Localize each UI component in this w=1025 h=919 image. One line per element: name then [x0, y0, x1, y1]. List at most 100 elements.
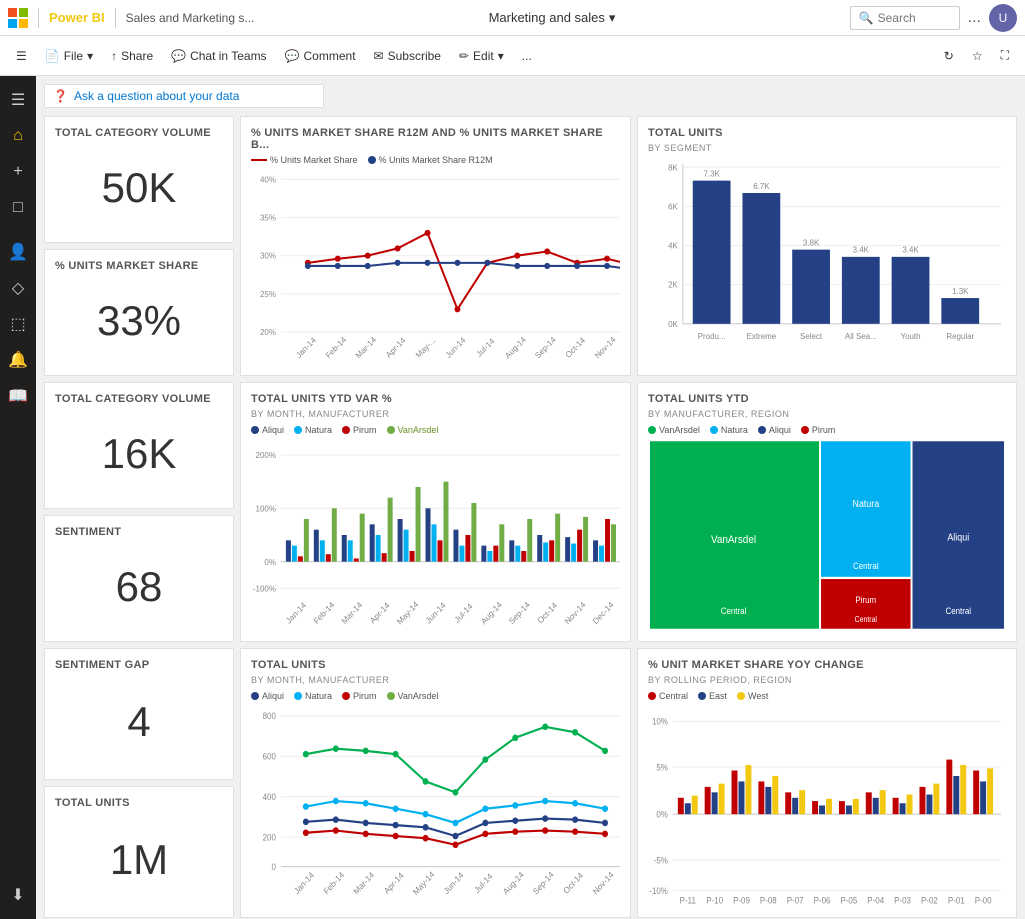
share-icon: ↑ — [111, 49, 117, 63]
card-total-units-small[interactable]: Total Units 1M — [44, 786, 234, 918]
tum-svg: 800 600 400 200 0 — [251, 705, 620, 907]
nav-collapse-button[interactable]: ☰ — [8, 45, 35, 67]
svg-text:-5%: -5% — [654, 855, 669, 865]
chart-title-ytd: Total Units YTD — [648, 393, 1006, 405]
svg-text:6.7K: 6.7K — [753, 182, 770, 191]
svg-text:Apr-14: Apr-14 — [368, 601, 391, 626]
svg-text:600: 600 — [263, 751, 277, 761]
legend-aliqui-ytd: Aliqui — [758, 425, 791, 435]
report-title: Sales and Marketing s... — [126, 11, 255, 25]
svg-text:May-14: May-14 — [395, 600, 420, 627]
search-input[interactable] — [878, 11, 958, 25]
card-title-sg: Sentiment Gap — [55, 659, 223, 671]
card-value-ums: 33% — [55, 276, 223, 365]
svg-text:Central: Central — [721, 606, 747, 617]
svg-text:Mar-14: Mar-14 — [340, 600, 364, 626]
card-unit-market-share-yoy[interactable]: % Unit Market Share YOY Change BY ROLLIN… — [637, 648, 1017, 918]
svg-text:0%: 0% — [656, 809, 668, 819]
sidebar-item-browse[interactable]: □ — [2, 192, 34, 224]
card-total-units-segment[interactable]: Total Units BY SEGMENT 0K 2K — [637, 116, 1017, 376]
svg-text:P-07: P-07 — [787, 895, 804, 905]
card-total-category-volume-2[interactable]: Total Category Volume 16K — [44, 382, 234, 509]
left-col-1: Total Category Volume 50K % Units Market… — [44, 116, 234, 376]
share-button[interactable]: ↑ Share — [103, 45, 161, 67]
avatar[interactable]: U — [989, 4, 1017, 32]
svg-text:Jun-14: Jun-14 — [441, 870, 465, 897]
svg-text:Aug-14: Aug-14 — [479, 600, 504, 626]
file-button[interactable]: 📄 File ▾ — [37, 45, 101, 67]
sidebar-item-goals[interactable]: ◇ — [2, 272, 34, 304]
sidebar-item-menu[interactable]: ☰ — [2, 84, 34, 116]
svg-text:P-06: P-06 — [814, 895, 831, 905]
edit-button[interactable]: ✏ Edit ▾ — [451, 45, 512, 67]
svg-text:0: 0 — [271, 862, 276, 872]
svg-text:Regular: Regular — [946, 332, 974, 341]
sidebar-item-apps[interactable]: ⬚ — [2, 308, 34, 340]
chart-title-tum: Total Units — [251, 659, 620, 671]
legend-natura: Natura — [294, 425, 332, 435]
sidebar-item-home[interactable]: ⌂ — [2, 120, 34, 152]
card-units-market-share-chart[interactable]: % Units Market Share R12M and % Units Ma… — [240, 116, 631, 376]
search-box[interactable]: 🔍 — [850, 6, 960, 30]
sidebar-item-hub[interactable]: 👤 — [2, 236, 34, 268]
legend-color-pirum — [342, 426, 350, 434]
svg-text:Jun-14: Jun-14 — [424, 600, 448, 625]
sidebar-item-create[interactable]: + — [2, 156, 34, 188]
svg-text:1.3K: 1.3K — [952, 287, 969, 296]
qa-icon: ❓ — [53, 89, 68, 103]
svg-text:Central: Central — [853, 560, 879, 571]
refresh-button[interactable]: ↻ — [936, 45, 962, 67]
dashboard-grid: Total Category Volume 50K % Units Market… — [44, 116, 1017, 918]
sidebar-item-metrics[interactable]: 🔔 — [2, 344, 34, 376]
svg-text:-100%: -100% — [253, 584, 277, 593]
more-toolbar-button[interactable]: ... — [514, 45, 540, 67]
chart-title-tus: Total Units — [648, 127, 1006, 139]
top-right: 🔍 ... U — [850, 4, 1017, 32]
card-total-units-ytd-var[interactable]: Total Units YTD Var % BY MONTH, MANUFACT… — [240, 382, 631, 642]
bookmark-button[interactable]: ☆ — [964, 45, 991, 67]
legend-natura-tum: Natura — [294, 691, 332, 701]
svg-text:Feb-14: Feb-14 — [312, 600, 336, 626]
legend-central-yoy: Central — [648, 691, 688, 701]
svg-text:800: 800 — [263, 711, 277, 721]
fullscreen-button[interactable]: ⛶ — [993, 44, 1017, 67]
qa-bar[interactable]: ❓ Ask a question about your data — [44, 84, 324, 108]
svg-text:25%: 25% — [260, 290, 276, 299]
refresh-icon: ↻ — [944, 49, 954, 63]
card-title-ums: % Units Market Share — [55, 260, 223, 272]
svg-text:3.8K: 3.8K — [803, 238, 820, 247]
card-value-tcv2: 16K — [55, 409, 223, 498]
chart-subtitle-yoy: BY ROLLING PERIOD, REGION — [648, 675, 1006, 685]
more-options-button[interactable]: ... — [968, 9, 981, 27]
svg-text:200: 200 — [263, 832, 277, 842]
card-total-units-ytd[interactable]: Total Units YTD BY MANUFACTURER, REGION … — [637, 382, 1017, 642]
sidebar-item-learn[interactable]: 📖 — [2, 380, 34, 412]
ums-svg: 40% 35% 30% 25% 20% — [251, 169, 620, 365]
svg-text:0K: 0K — [668, 320, 678, 329]
svg-text:Central: Central — [945, 606, 971, 617]
card-units-market-share[interactable]: % Units Market Share 33% — [44, 249, 234, 376]
card-total-category-volume-1[interactable]: Total Category Volume 50K — [44, 116, 234, 243]
card-sentiment[interactable]: Sentiment 68 — [44, 515, 234, 642]
chevron-icon: ▾ — [87, 49, 93, 63]
legend-color-natura-ytd — [710, 426, 718, 434]
main-layout: ☰ ⌂ + □ 👤 ◇ ⬚ 🔔 📖 ⬇ ❓ Ask a question abo… — [0, 76, 1025, 919]
svg-text:30%: 30% — [260, 252, 276, 261]
comment-button[interactable]: 💬 Comment — [277, 45, 364, 67]
ums-legend: % Units Market Share % Units Market Shar… — [251, 155, 620, 165]
dashboard-title[interactable]: Marketing and sales ▾ — [489, 10, 616, 26]
card-total-units-month[interactable]: Total Units BY MONTH, MANUFACTURER Aliqu… — [240, 648, 631, 918]
card-sentiment-gap[interactable]: Sentiment Gap 4 — [44, 648, 234, 780]
sidebar-item-download[interactable]: ⬇ — [2, 879, 34, 911]
svg-text:Jul-14: Jul-14 — [453, 601, 475, 624]
chart-title-ums: % Units Market Share R12M and % Units Ma… — [251, 127, 620, 151]
subscribe-button[interactable]: ✉ Subscribe — [366, 45, 449, 67]
ums-chart-area: 40% 35% 30% 25% 20% — [251, 169, 620, 365]
chat-teams-button[interactable]: 💬 Chat in Teams — [163, 45, 274, 67]
svg-text:6K: 6K — [668, 202, 678, 211]
card-title-sentiment: Sentiment — [55, 526, 223, 538]
svg-text:P-10: P-10 — [706, 895, 723, 905]
legend-color-natura-tum — [294, 692, 302, 700]
svg-text:P-08: P-08 — [760, 895, 777, 905]
svg-text:Nov-14: Nov-14 — [591, 869, 616, 897]
